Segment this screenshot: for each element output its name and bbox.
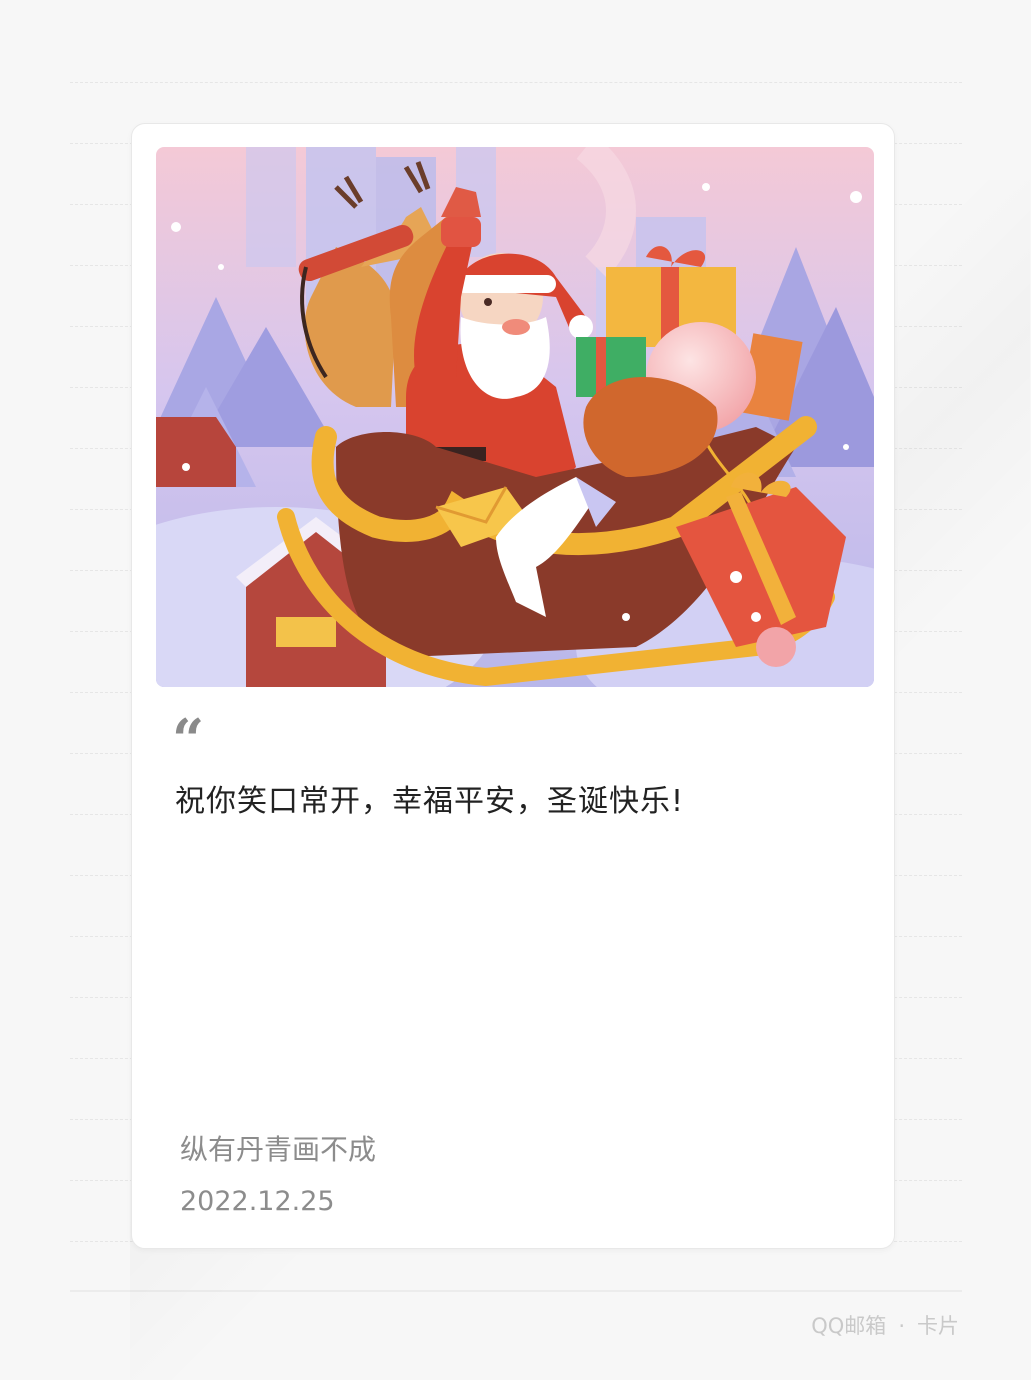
santa-sleigh-illustration[interactable]: [156, 147, 874, 687]
footer-section: 卡片: [917, 1314, 959, 1338]
illustration-svg: [156, 147, 874, 687]
greeting-card: “ 祝你笑口常开，幸福平安，圣诞快乐! 纵有丹青画不成 2022.12.25: [131, 123, 895, 1249]
footer-branding: QQ邮箱 · 卡片: [811, 1310, 959, 1340]
greeting-message: 祝你笑口常开，幸福平安，圣诞快乐!: [175, 784, 685, 819]
page-rule: [70, 82, 962, 83]
footer-separator: ·: [898, 1314, 905, 1338]
footer-brand: QQ邮箱: [811, 1314, 887, 1338]
card-date: 2022.12.25: [180, 1186, 335, 1217]
sender-signature: 纵有丹青画不成: [180, 1133, 377, 1166]
quote-mark: “: [172, 712, 205, 752]
page-bottom-rule: [70, 1290, 962, 1292]
